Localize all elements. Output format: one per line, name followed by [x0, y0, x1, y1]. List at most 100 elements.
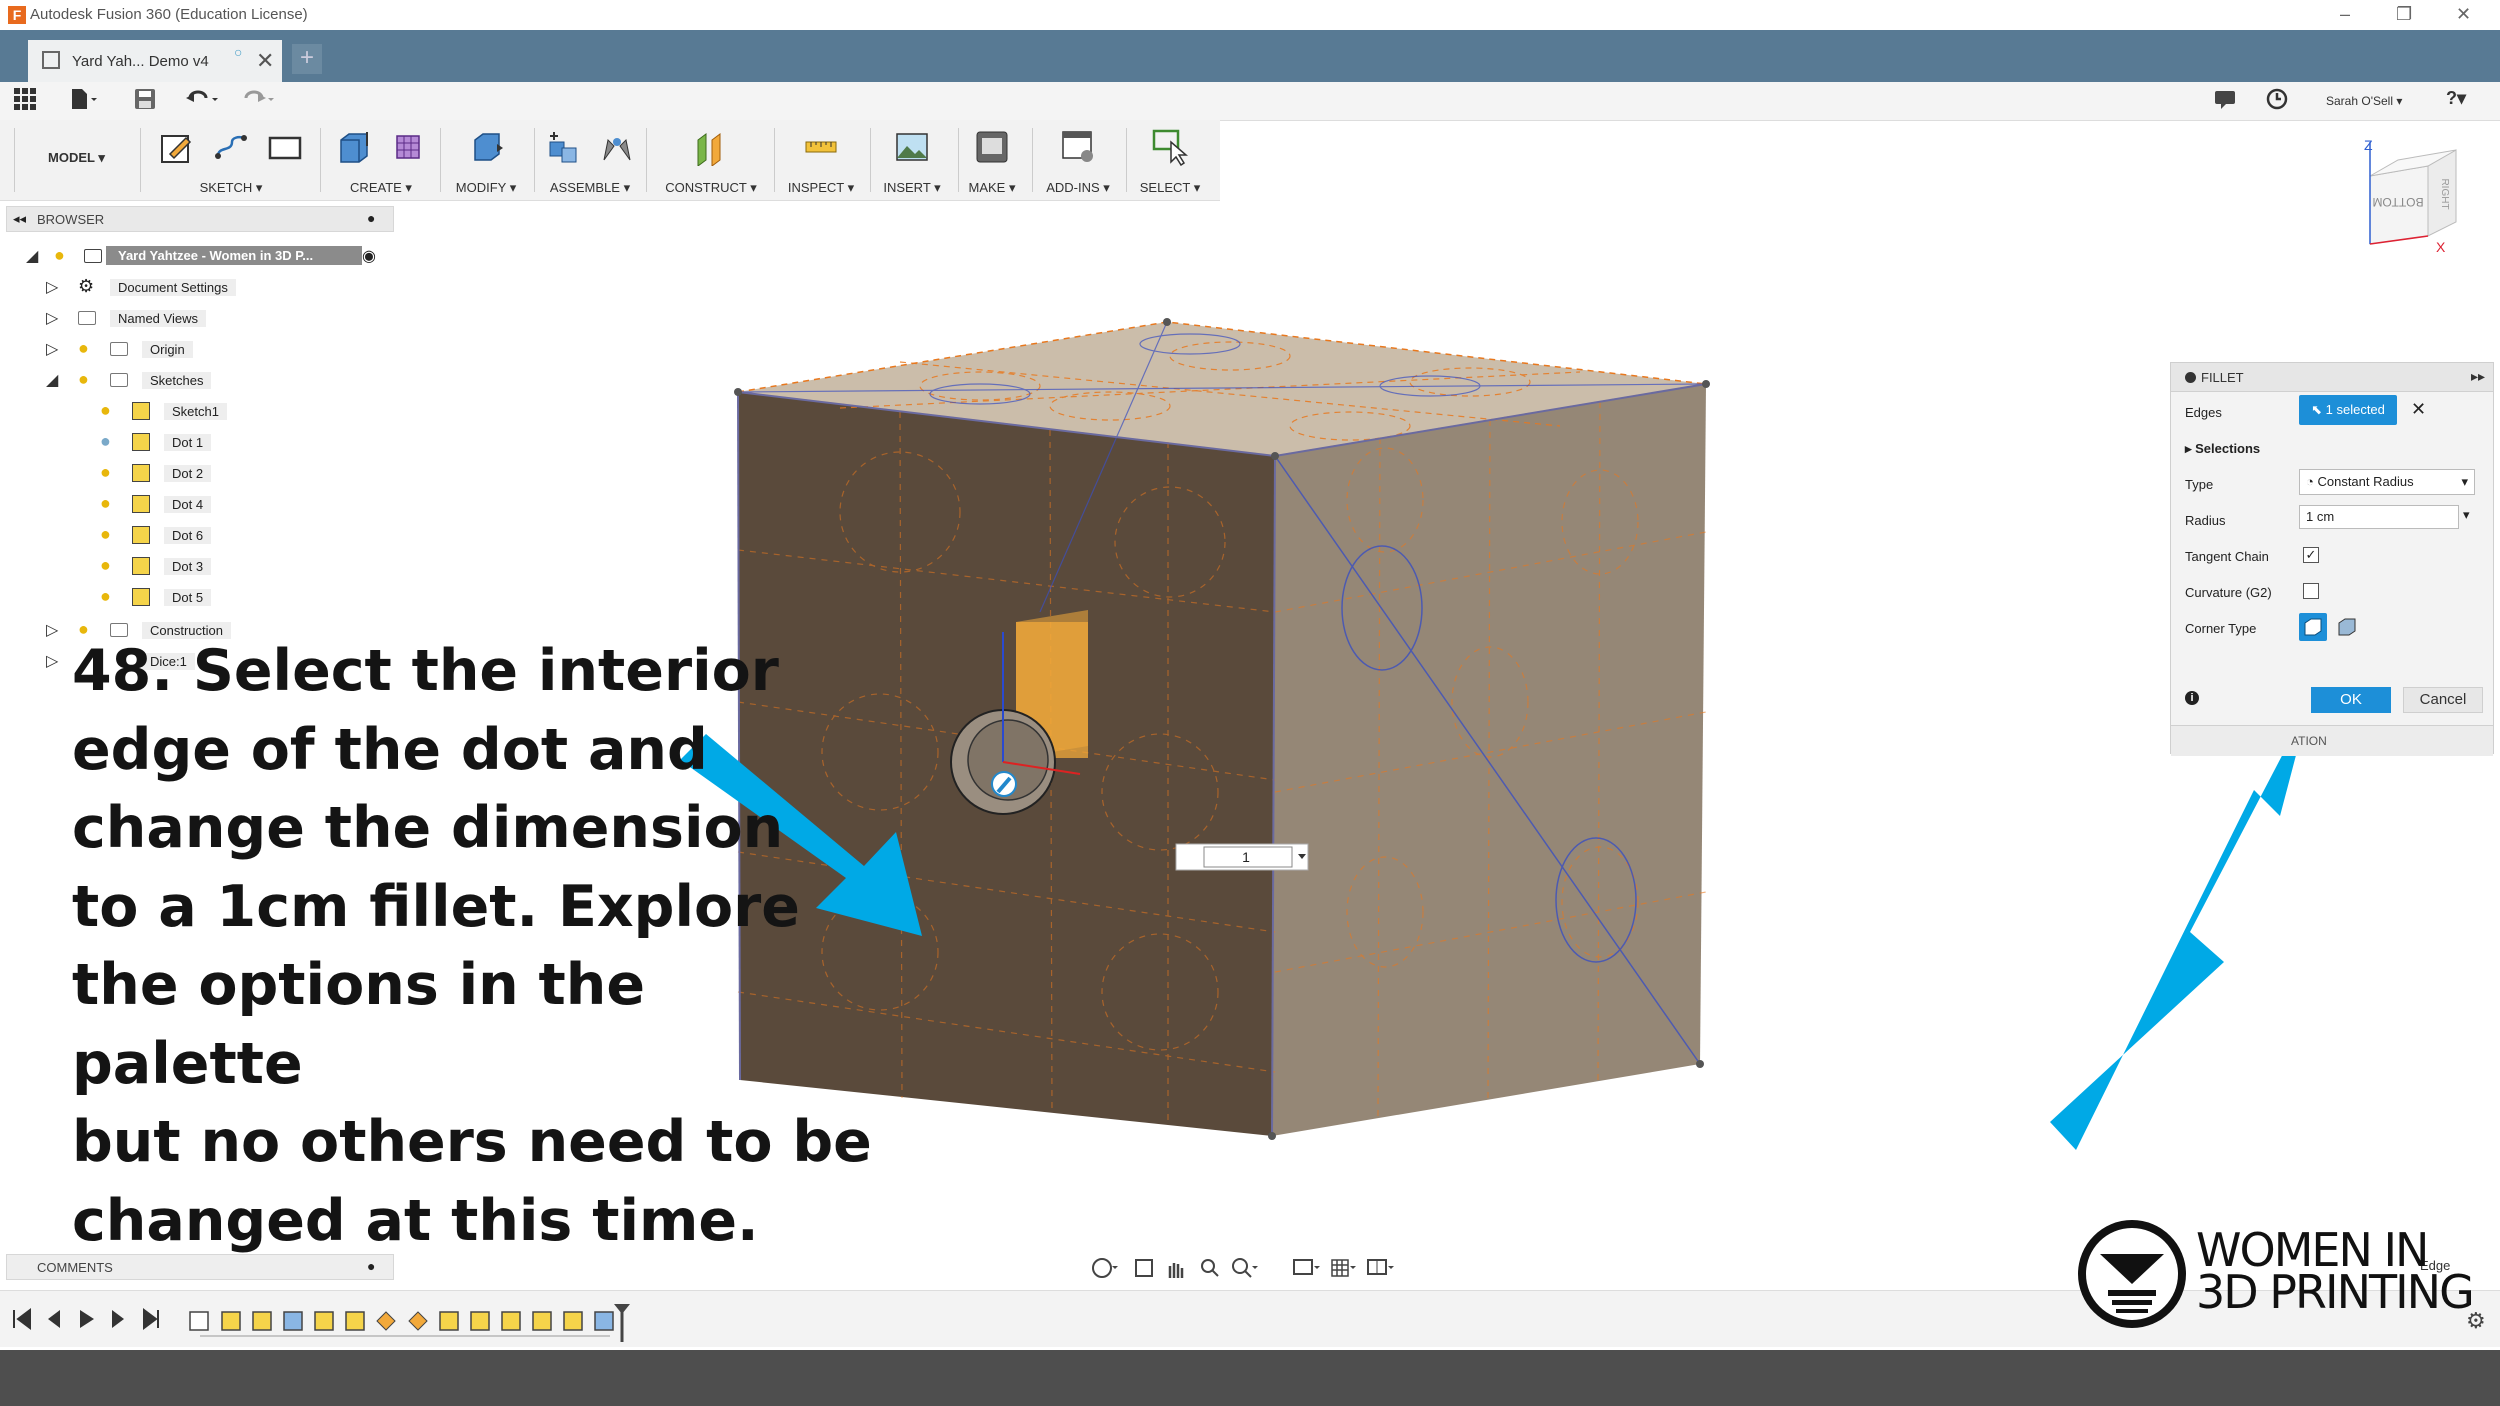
file-menu-icon[interactable] — [70, 88, 98, 116]
collapse-browser-icon[interactable]: ◂◂ — [13, 211, 26, 227]
new-tab-button[interactable]: + — [292, 44, 322, 74]
help-icon[interactable]: ?▾ — [2446, 88, 2466, 109]
visibility-bulb-icon[interactable]: ● — [100, 524, 111, 545]
fillet-dimension-box[interactable]: 1 — [1175, 843, 1309, 871]
3d-print-icon[interactable] — [973, 128, 1011, 166]
insert-group[interactable]: INSERT ▾ — [872, 124, 952, 198]
tree-item-dot-3[interactable]: ● Dot 3 — [100, 554, 340, 580]
visibility-bulb-icon[interactable]: ● — [100, 555, 111, 576]
close-tab-icon[interactable]: ✕ — [256, 48, 274, 74]
redo-icon[interactable] — [242, 88, 278, 116]
extrude-icon[interactable] — [335, 128, 373, 166]
step-forward-icon[interactable] — [112, 1310, 124, 1328]
activate-radio-icon[interactable]: ◉ — [362, 246, 376, 266]
tree-item-sketch1[interactable]: ● Sketch1 — [100, 399, 340, 425]
tangent-chain-checkbox[interactable]: ✓ — [2303, 547, 2319, 563]
undo-icon[interactable] — [186, 88, 222, 116]
scripts-addins-icon[interactable] — [1059, 128, 1097, 166]
cancel-button[interactable]: Cancel — [2403, 687, 2483, 713]
corner-setback-button[interactable] — [2333, 613, 2361, 641]
timeline-features[interactable] — [189, 1311, 614, 1337]
edges-selection-button[interactable]: ⬉ 1 selected — [2299, 395, 2397, 425]
assemble-group[interactable]: ASSEMBLE ▾ — [538, 124, 642, 198]
rectangle-icon[interactable] — [266, 128, 304, 166]
add-comment-icon[interactable]: ● — [367, 1258, 375, 1274]
select-cursor-icon[interactable] — [1151, 128, 1189, 166]
expand-triangle-icon[interactable]: ▷ — [46, 651, 58, 671]
select-menu-label[interactable]: SELECT ▾ — [1130, 180, 1210, 196]
joint-icon[interactable] — [598, 128, 636, 166]
browser-pin-icon[interactable]: ● — [367, 210, 375, 226]
expand-triangle-icon[interactable]: ▷ — [46, 339, 58, 359]
measure-icon[interactable] — [802, 128, 840, 166]
tree-item-origin[interactable]: ▷ ● Origin — [46, 337, 346, 363]
comments-panel-header[interactable]: COMMENTS ● — [6, 1254, 394, 1280]
fillet-drag-manipulator-icon[interactable] — [991, 771, 1017, 797]
minimize-button[interactable]: – — [2340, 4, 2350, 25]
viewcube[interactable]: BOTTOM RIGHT Z X — [2360, 136, 2490, 256]
expand-palette-icon[interactable]: ▸▸ — [2471, 368, 2485, 385]
type-dropdown[interactable]: ◔ Constant Radius ▾ — [2299, 469, 2475, 495]
clear-selection-icon[interactable]: ✕ — [2411, 399, 2426, 420]
sketch-menu-label[interactable]: SKETCH ▾ — [148, 180, 314, 196]
create-sketch-icon[interactable] — [158, 128, 196, 166]
history-clock-icon[interactable] — [2266, 88, 2288, 116]
insert-menu-label[interactable]: INSERT ▾ — [872, 180, 952, 196]
insert-image-icon[interactable] — [893, 128, 931, 166]
tree-item-named-views[interactable]: ▷ Named Views — [46, 306, 346, 332]
tree-item-dot-5[interactable]: ● Dot 5 — [100, 585, 340, 611]
inspect-menu-label[interactable]: INSPECT ▾ — [778, 180, 864, 196]
visibility-bulb-icon[interactable]: ● — [78, 338, 89, 359]
browser-header[interactable]: ◂◂ BROWSER ● — [6, 206, 394, 232]
tree-item-document-settings[interactable]: ▷ ⚙ Document Settings — [46, 275, 346, 301]
palette-pin-icon[interactable] — [2185, 372, 2196, 383]
selections-toggle[interactable]: ▸ Selections — [2185, 441, 2260, 457]
zoom-icon[interactable] — [1201, 1259, 1219, 1277]
grid-settings-icon[interactable] — [1331, 1259, 1356, 1277]
ok-button[interactable]: OK — [2311, 687, 2391, 713]
radius-dropdown-icon[interactable]: ▾ — [2463, 507, 2470, 523]
visibility-bulb-icon[interactable]: ● — [78, 369, 89, 390]
collapse-triangle-icon[interactable]: ◢ — [46, 370, 58, 390]
construct-group[interactable]: CONSTRUCT ▾ — [654, 124, 768, 198]
look-at-icon[interactable] — [1135, 1259, 1153, 1277]
press-pull-icon[interactable] — [467, 128, 505, 166]
info-icon[interactable]: i — [2185, 691, 2199, 705]
data-panel-grid-icon[interactable] — [14, 88, 36, 116]
orbit-icon[interactable] — [1092, 1258, 1118, 1278]
curvature-checkbox[interactable] — [2303, 583, 2319, 599]
tree-item-dot-1[interactable]: ● Dot 1 — [100, 430, 340, 456]
visibility-bulb-icon[interactable]: ● — [100, 493, 111, 514]
expand-triangle-icon[interactable]: ▷ — [46, 620, 58, 640]
fillet-header[interactable]: FILLET ▸▸ — [2171, 363, 2493, 392]
browser-root-node[interactable]: ◢ ● Yard Yahtzee - Women in 3D P... ◉ — [20, 244, 400, 270]
inspect-group[interactable]: INSPECT ▾ — [778, 124, 864, 198]
new-component-icon[interactable] — [544, 128, 582, 166]
job-status-icon[interactable] — [2214, 88, 2236, 116]
add-ins-menu-label[interactable]: ADD-INS ▾ — [1036, 180, 1120, 196]
play-icon[interactable] — [80, 1310, 94, 1328]
restore-button[interactable]: ❐ — [2396, 4, 2412, 25]
go-to-start-icon[interactable] — [13, 1308, 31, 1330]
root-component-label[interactable]: Yard Yahtzee - Women in 3D P... — [106, 246, 362, 265]
expand-triangle-icon[interactable]: ▷ — [46, 277, 58, 297]
fit-icon[interactable] — [1232, 1258, 1258, 1278]
make-menu-label[interactable]: MAKE ▾ — [958, 180, 1026, 196]
viewports-icon[interactable] — [1367, 1259, 1394, 1275]
tree-item-dot-4[interactable]: ● Dot 4 — [100, 492, 340, 518]
expand-triangle-icon[interactable]: ▷ — [46, 308, 58, 328]
pan-hand-icon[interactable] — [1168, 1263, 1184, 1278]
create-group[interactable]: CREATE ▾ — [326, 124, 436, 198]
visibility-bulb-icon[interactable]: ● — [100, 586, 111, 607]
select-group[interactable]: SELECT ▾ — [1130, 124, 1210, 198]
visibility-bulb-icon[interactable]: ● — [100, 431, 111, 452]
create-menu-label[interactable]: CREATE ▾ — [326, 180, 436, 196]
document-tab[interactable]: Yard Yah... Demo v4 ○ ✕ — [28, 40, 282, 82]
make-group[interactable]: MAKE ▾ — [958, 124, 1026, 198]
line-icon[interactable] — [212, 128, 250, 166]
display-settings-icon[interactable] — [1293, 1259, 1320, 1275]
radius-input[interactable]: 1 cm — [2299, 505, 2459, 529]
tree-item-sketches[interactable]: ◢ ● Sketches — [46, 368, 346, 394]
assemble-menu-label[interactable]: ASSEMBLE ▾ — [538, 180, 642, 196]
add-ins-group[interactable]: ADD-INS ▾ — [1036, 124, 1120, 198]
